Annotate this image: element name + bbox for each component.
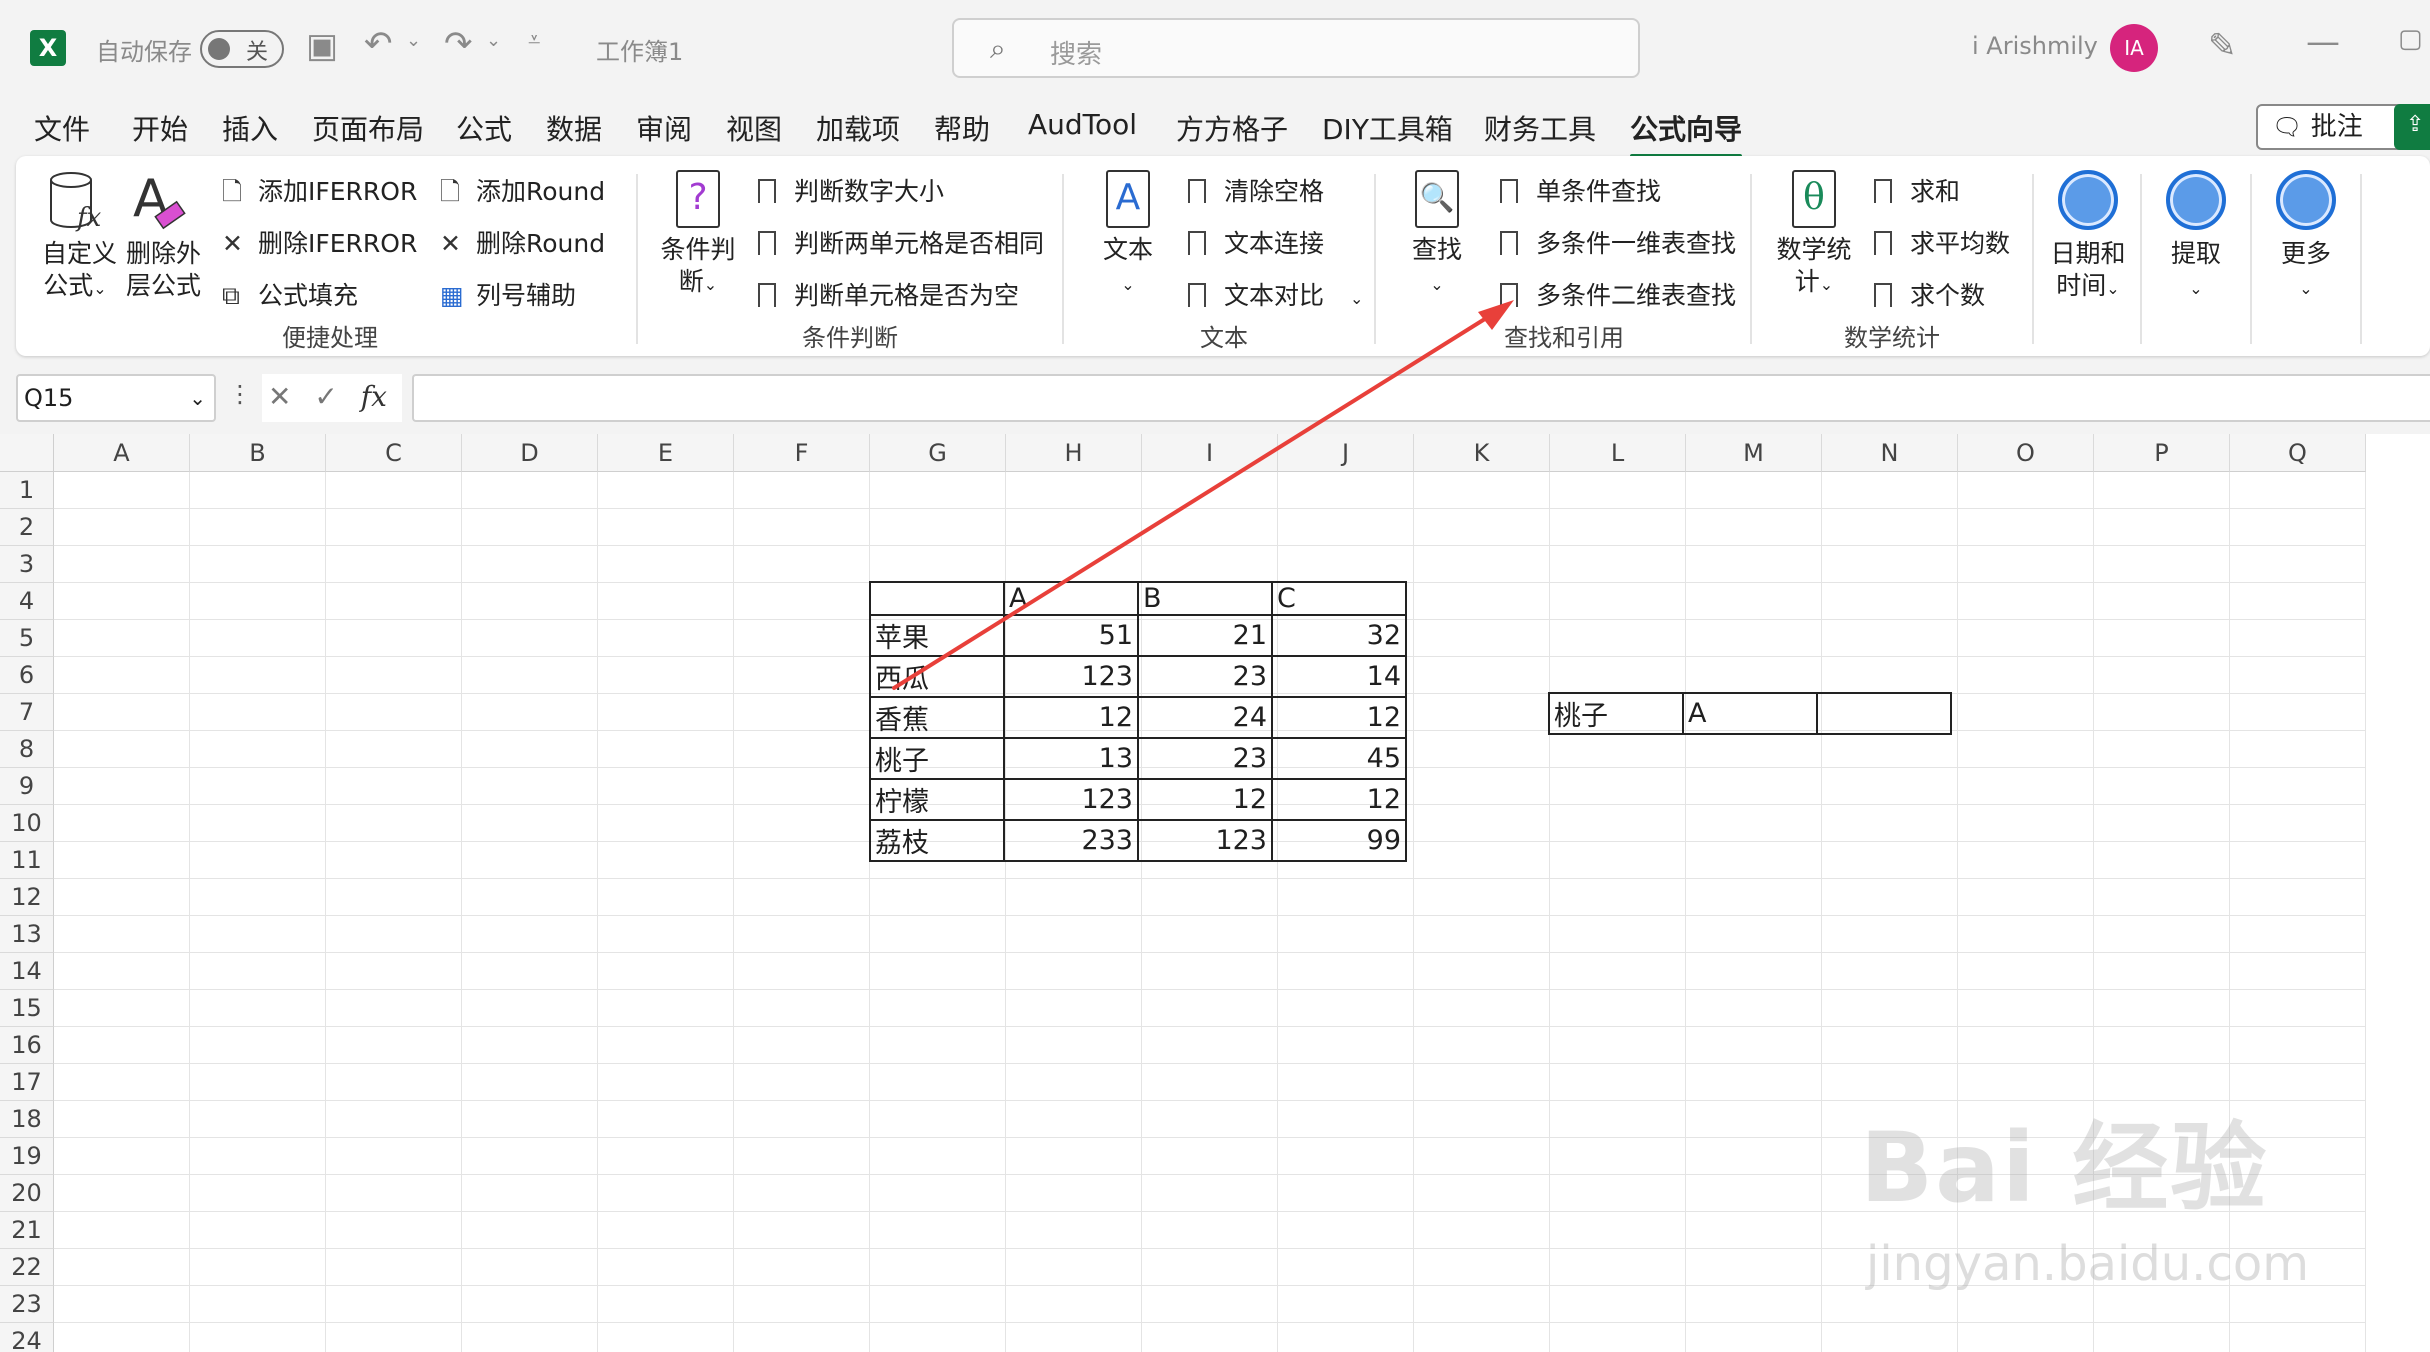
baidu-watermark-url: jingyan.baidu.com (1866, 1236, 2309, 1292)
baidu-watermark: Bai 经验 (1860, 1112, 2269, 1224)
